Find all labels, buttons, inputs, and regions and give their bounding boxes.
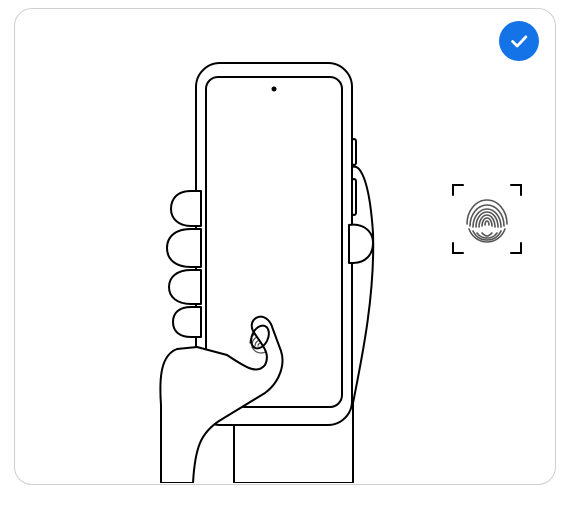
fingerprint-icon	[467, 200, 507, 242]
fingerprint-usage-illustration	[133, 53, 453, 483]
fingerprint-target	[447, 179, 527, 259]
check-icon	[508, 30, 530, 52]
instruction-card	[14, 8, 556, 485]
success-badge	[499, 21, 539, 61]
